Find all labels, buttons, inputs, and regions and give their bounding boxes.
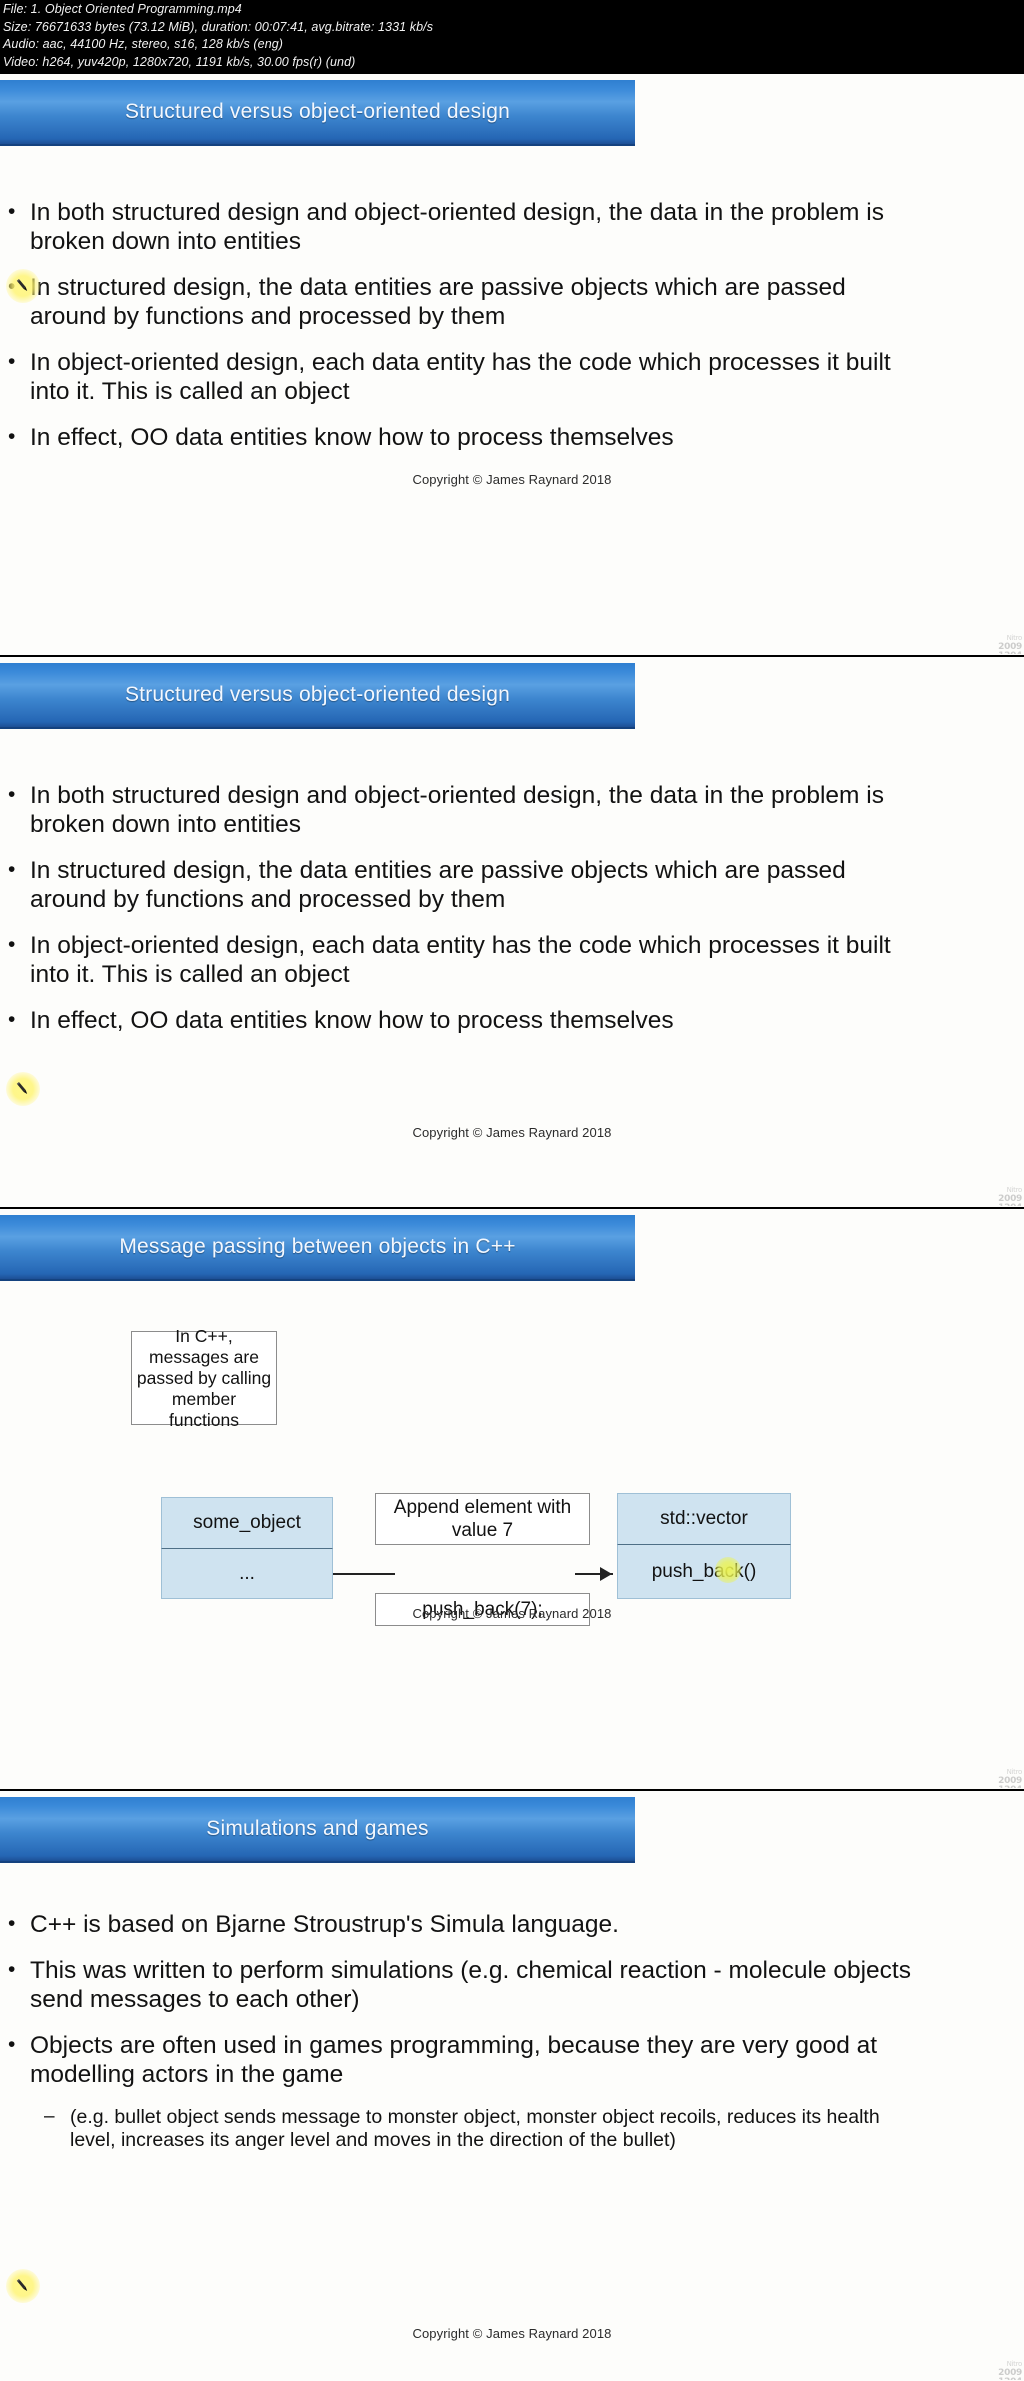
- diagram-arrow-segment: [333, 1573, 395, 1575]
- slide-title-bar: Simulations and games: [0, 1797, 635, 1863]
- slide-body: In both structured design and object-ori…: [0, 197, 1024, 469]
- bullet-item: In both structured design and object-ori…: [0, 197, 920, 256]
- bullet-list: In both structured design and object-ori…: [0, 780, 1024, 1035]
- bullet-list: In both structured design and object-ori…: [0, 197, 1024, 452]
- watermark: Nitro 2009 1204: [974, 1186, 1022, 1206]
- bullet-item: Objects are often used in games programm…: [0, 2030, 920, 2089]
- watermark-bottom: 2009 1204: [998, 642, 1022, 655]
- slide-thumbnail-3: Message passing between objects in C++ I…: [0, 1207, 1024, 1789]
- watermark-bottom: 2009 1204: [998, 2368, 1022, 2381]
- slide-body: In both structured design and object-ori…: [0, 780, 1024, 1052]
- media-info-video: Video: h264, yuv420p, 1280x720, 1191 kb/…: [3, 54, 356, 69]
- media-info-audio: Audio: aac, 44100 Hz, stereo, s16, 128 k…: [3, 37, 284, 51]
- bullet-item: In object-oriented design, each data ent…: [0, 347, 920, 406]
- copyright-text: Copyright © James Raynard 2018: [412, 2326, 612, 2341]
- diagram-left-object-body-text: ...: [239, 1562, 255, 1584]
- pen-cursor-icon: [6, 2269, 40, 2303]
- watermark: Nitro 2009 1204: [974, 634, 1022, 654]
- slide-title: Message passing between objects in C++: [119, 1235, 516, 1258]
- slide-title-bar: Structured versus object-oriented design: [0, 663, 635, 729]
- media-info-file: File: 1. Object Oriented Programming.mp4: [3, 2, 242, 16]
- slide-body: C++ is based on Bjarne Stroustrup's Simu…: [0, 1909, 1024, 2158]
- bullet-item: In effect, OO data entities know how to …: [0, 422, 920, 452]
- diagram-arrow-head: [600, 1567, 612, 1581]
- diagram-left-object-header: some_object: [161, 1497, 333, 1549]
- diagram-left-object-name: some_object: [193, 1512, 301, 1533]
- watermark-bottom: 2009 1204: [998, 1194, 1022, 1207]
- slide-thumbnail-1: Structured versus object-oriented design…: [0, 72, 1024, 655]
- slide-title: Structured versus object-oriented design: [124, 683, 511, 706]
- slide-title-bar: Structured versus object-oriented design: [0, 80, 635, 146]
- bullet-item: In object-oriented design, each data ent…: [0, 930, 920, 989]
- media-info-size: Size: 76671633 bytes (73.12 MiB), durati…: [3, 19, 434, 34]
- copyright-text: Copyright © James Raynard 2018: [412, 1125, 612, 1140]
- bullet-list: C++ is based on Bjarne Stroustrup's Simu…: [0, 1909, 1024, 2152]
- diagram-right-object-name: std::vector: [660, 1508, 748, 1529]
- diagram-message-label-box: Append element with value 7: [375, 1493, 590, 1545]
- diagram-callout-text: In C++, messages are passed by calling m…: [136, 1325, 272, 1430]
- bullet-item: In both structured design and object-ori…: [0, 780, 920, 839]
- diagram-right-object-header: std::vector: [617, 1493, 791, 1545]
- diagram-left-object-body: ...: [161, 1549, 333, 1599]
- pen-cursor-icon: [6, 1072, 40, 1106]
- diagram-right-object-method-row: push_back(): [617, 1545, 791, 1599]
- slide-title: Structured versus object-oriented design: [124, 100, 511, 123]
- bullet-sub-item: (e.g. bullet object sends message to mon…: [0, 2105, 930, 2152]
- bullet-item: In effect, OO data entities know how to …: [0, 1005, 920, 1035]
- highlight-pen-icon: [715, 1557, 741, 1583]
- copyright-text: Copyright © James Raynard 2018: [412, 472, 612, 487]
- bullet-item: In structured design, the data entities …: [0, 855, 920, 914]
- diagram-callout-box: In C++, messages are passed by calling m…: [131, 1326, 277, 1430]
- watermark: Nitro 2009 1204: [974, 1768, 1022, 1788]
- slide-thumbnail-4: Simulations and games C++ is based on Bj…: [0, 1789, 1024, 2381]
- bullet-item: This was written to perform simulations …: [0, 1955, 920, 2014]
- watermark-bottom: 2009 1204: [998, 1776, 1022, 1789]
- bullet-item: In structured design, the data entities …: [0, 272, 920, 331]
- copyright-text: Copyright © James Raynard 2018: [412, 1606, 612, 1621]
- slide-title-bar: Message passing between objects in C++: [0, 1215, 635, 1281]
- slide-title: Simulations and games: [206, 1817, 429, 1840]
- message-passing-diagram: In C++, messages are passed by calling m…: [0, 1301, 1024, 1641]
- watermark: Nitro 2009 1204: [974, 2360, 1022, 2380]
- media-info-header: File: 1. Object Oriented Programming.mp4…: [0, 0, 1024, 72]
- diagram-message-label: Append element with value 7: [393, 1497, 572, 1541]
- bullet-item: C++ is based on Bjarne Stroustrup's Simu…: [0, 1909, 920, 1939]
- slide-thumbnail-2: Structured versus object-oriented design…: [0, 655, 1024, 1207]
